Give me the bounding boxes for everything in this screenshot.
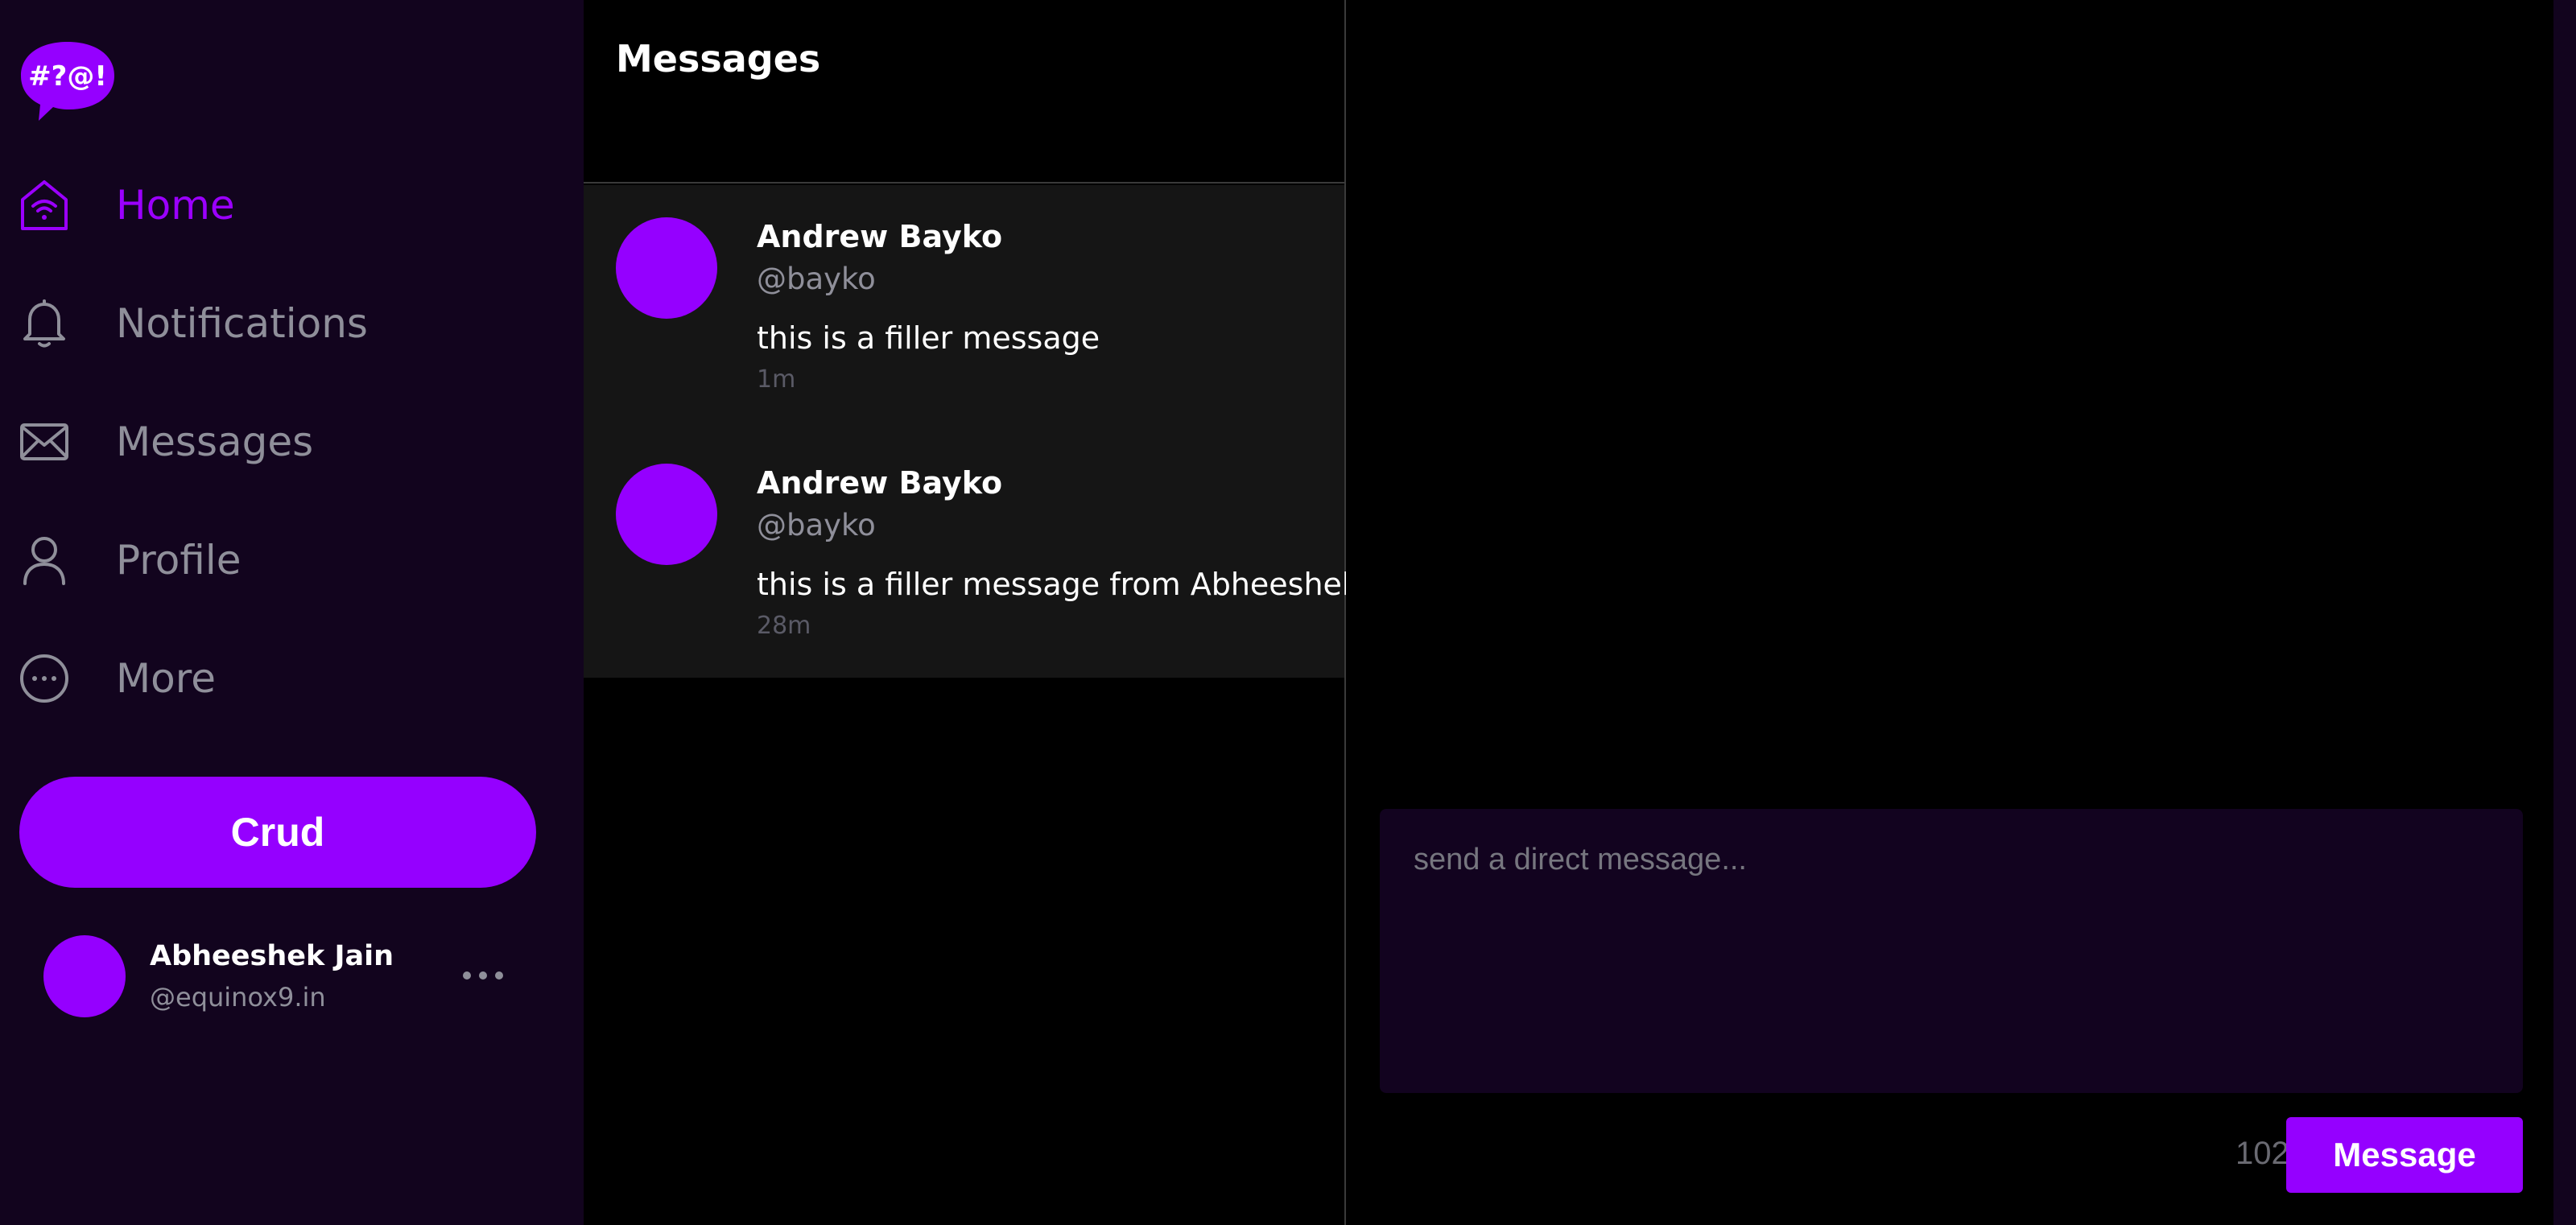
sidebar-item-label: More <box>116 655 216 702</box>
sidebar-item-profile[interactable]: Profile <box>18 524 436 596</box>
avatar <box>43 935 126 1017</box>
bell-icon <box>18 297 71 350</box>
conversation-handle: @bayko <box>757 262 876 296</box>
logo-text: #?@! <box>28 60 107 93</box>
envelope-icon <box>18 415 71 468</box>
avatar <box>616 464 717 565</box>
speech-bubble-logo-icon: #?@! <box>21 42 114 121</box>
conversation-name: Andrew Bayko <box>757 465 1003 501</box>
conversation-timestamp: 28m <box>757 612 811 640</box>
sidebar-item-notifications[interactable]: Notifications <box>18 287 436 360</box>
sidebar: #?@! Home Notifications Messages Profile… <box>0 0 584 1225</box>
send-message-button[interactable]: Message <box>2286 1117 2523 1193</box>
avatar <box>616 217 717 319</box>
sidebar-item-label: Notifications <box>116 300 368 347</box>
sidebar-item-label: Home <box>116 182 235 229</box>
conversation-preview: this is a filler message from Abheeshek <box>757 567 1360 602</box>
current-user-name: Abheeshek Jain <box>150 940 394 972</box>
direct-message-input[interactable] <box>1380 809 2523 1093</box>
conversation-name: Andrew Bayko <box>757 219 1003 254</box>
chat-panel: 1024 Message <box>1346 0 2553 1225</box>
app-logo[interactable]: #?@! <box>18 37 118 124</box>
sidebar-item-more[interactable]: More <box>18 642 436 715</box>
account-menu-button[interactable] <box>454 959 512 992</box>
page-title: Messages <box>616 37 821 80</box>
conversation-preview: this is a filler message <box>757 320 1100 356</box>
right-edge-panel <box>2553 0 2576 1225</box>
conversation-item[interactable]: Andrew Bayko @bayko this is a filler mes… <box>584 431 1360 678</box>
conversation-item[interactable]: Andrew Bayko @bayko this is a filler mes… <box>584 185 1344 431</box>
user-icon <box>18 534 71 587</box>
current-user-handle: @equinox9.in <box>150 982 326 1013</box>
ellipsis-icon <box>463 971 503 980</box>
messages-header: Messages <box>584 0 1344 184</box>
sidebar-item-label: Profile <box>116 537 242 584</box>
current-user-card[interactable]: Abheeshek Jain @equinox9.in <box>43 935 526 1019</box>
sidebar-item-label: Messages <box>116 419 314 465</box>
conversation-list-panel: Messages Andrew Bayko @bayko this is a f… <box>584 0 1360 1225</box>
crud-button[interactable]: Crud <box>19 777 536 888</box>
conversation-timestamp: 1m <box>757 365 796 394</box>
sidebar-item-messages[interactable]: Messages <box>18 406 436 478</box>
home-icon <box>18 179 71 232</box>
sidebar-item-home[interactable]: Home <box>18 169 436 241</box>
conversation-handle: @bayko <box>757 508 876 542</box>
more-circle-icon <box>18 652 71 705</box>
